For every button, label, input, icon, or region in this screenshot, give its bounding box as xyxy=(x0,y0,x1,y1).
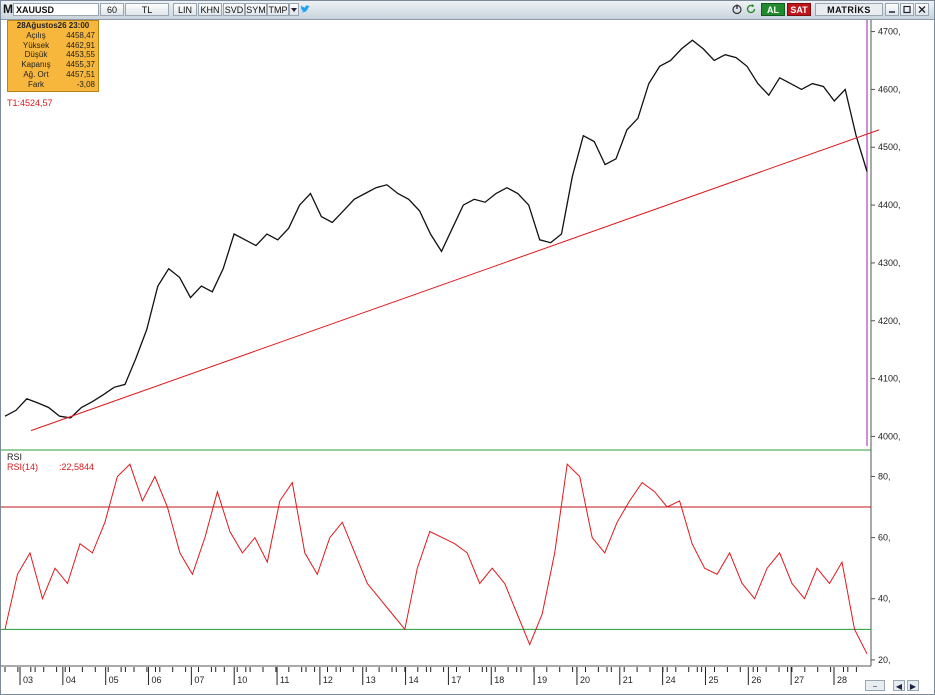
time-tick-label: 27 xyxy=(794,675,804,685)
price-tick-label: 4300, xyxy=(878,258,901,268)
chart-canvas[interactable]: T1:4524,57 RSI RSI(14) :22,5844 4000, 410… xyxy=(1,1,934,694)
chart-window: M XAUUSD 60 TL LIN KHN SVD SYM TMP AL SA… xyxy=(0,0,935,695)
time-tick-label: 28 xyxy=(837,675,847,685)
rsi-tick-label: 40, xyxy=(878,594,891,604)
price-tick-label: 4200, xyxy=(878,316,901,326)
time-tick-label: 24 xyxy=(666,675,676,685)
time-tick-label: 20 xyxy=(580,675,590,685)
time-tick-label: 26 xyxy=(751,675,761,685)
price-tick-label: 4400, xyxy=(878,200,901,210)
zoom-out-icon[interactable]: − xyxy=(865,680,885,691)
trendline-t1 xyxy=(30,129,880,432)
time-tick-label: 10 xyxy=(237,675,247,685)
time-tick-label: 06 xyxy=(152,675,162,685)
trendline-label: T1:4524,57 xyxy=(7,98,53,108)
time-tick-label: 05 xyxy=(109,675,119,685)
time-tick-label: 03 xyxy=(23,675,33,685)
time-tick-label: 21 xyxy=(623,675,633,685)
rsi-tick-label: 80, xyxy=(878,471,891,481)
rsi-value-label: :22,5844 xyxy=(59,462,94,472)
scroll-left-icon[interactable]: ◀ xyxy=(893,680,905,691)
price-tick-label: 4500, xyxy=(878,142,901,152)
rsi-tick-label: 60, xyxy=(878,533,891,543)
time-tick-label: 17 xyxy=(451,675,461,685)
time-tick-label: 04 xyxy=(66,675,76,685)
scroll-right-icon[interactable]: ▶ xyxy=(907,680,919,691)
time-tick-label: 19 xyxy=(537,675,547,685)
price-tick-label: 4700, xyxy=(878,27,901,37)
time-tick-label: 18 xyxy=(494,675,504,685)
rsi-line xyxy=(4,463,868,655)
time-tick-label: 14 xyxy=(409,675,419,685)
time-tick-label: 11 xyxy=(280,675,289,685)
price-tick-label: 4600, xyxy=(878,84,901,94)
time-tick-label: 25 xyxy=(708,675,718,685)
price-tick-label: 4000, xyxy=(878,431,901,441)
rsi-series-label: RSI(14) xyxy=(7,462,38,472)
price-line xyxy=(4,39,868,419)
time-tick-label: 07 xyxy=(194,675,204,685)
time-tick-label: 12 xyxy=(323,675,333,685)
rsi-panel-title: RSI xyxy=(7,452,22,462)
rsi-tick-label: 20, xyxy=(878,655,891,665)
time-tick-label: 13 xyxy=(366,675,376,685)
price-tick-label: 4100, xyxy=(878,374,901,384)
